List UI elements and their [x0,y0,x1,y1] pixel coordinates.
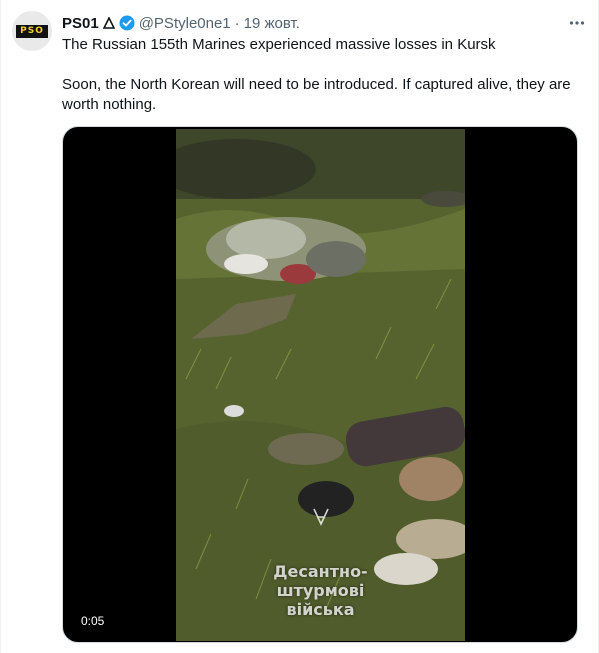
avatar[interactable]: PSO [12,11,52,51]
tweet-card[interactable]: PSO PS01 @PStyle0ne1 · 19 жовт. The Russ [0,0,599,653]
caption-line: штурмові [276,581,365,600]
tweet-paragraph: Soon, the North Korean will need to be i… [62,76,571,113]
separator-dot: · [234,14,240,32]
verified-badge-icon [119,15,135,31]
more-options-icon[interactable] [568,14,586,32]
tweet-date[interactable]: 19 жовт. [244,15,300,32]
video-frame[interactable]: Десантно- штурмові війська [176,129,465,641]
caption-line: Десантно- [273,562,368,581]
caption-line: війська [286,600,355,619]
triangle-icon [102,17,115,29]
avatar-logo: PSO [16,24,48,38]
author-handle[interactable]: @PStyle0ne1 [139,15,231,32]
video-player[interactable]: Десантно- штурмові війська 0:05 [62,126,578,643]
video-timestamp: 0:05 [75,612,111,630]
video-caption: Десантно- штурмові війська [176,562,465,619]
tweet-header: PS01 @PStyle0ne1 · 19 жовт. [62,12,586,34]
tweet-text: The Russian 155th Marines experienced ma… [62,35,582,115]
tweet-paragraph: The Russian 155th Marines experienced ma… [62,36,496,53]
display-name[interactable]: PS01 [62,15,99,32]
